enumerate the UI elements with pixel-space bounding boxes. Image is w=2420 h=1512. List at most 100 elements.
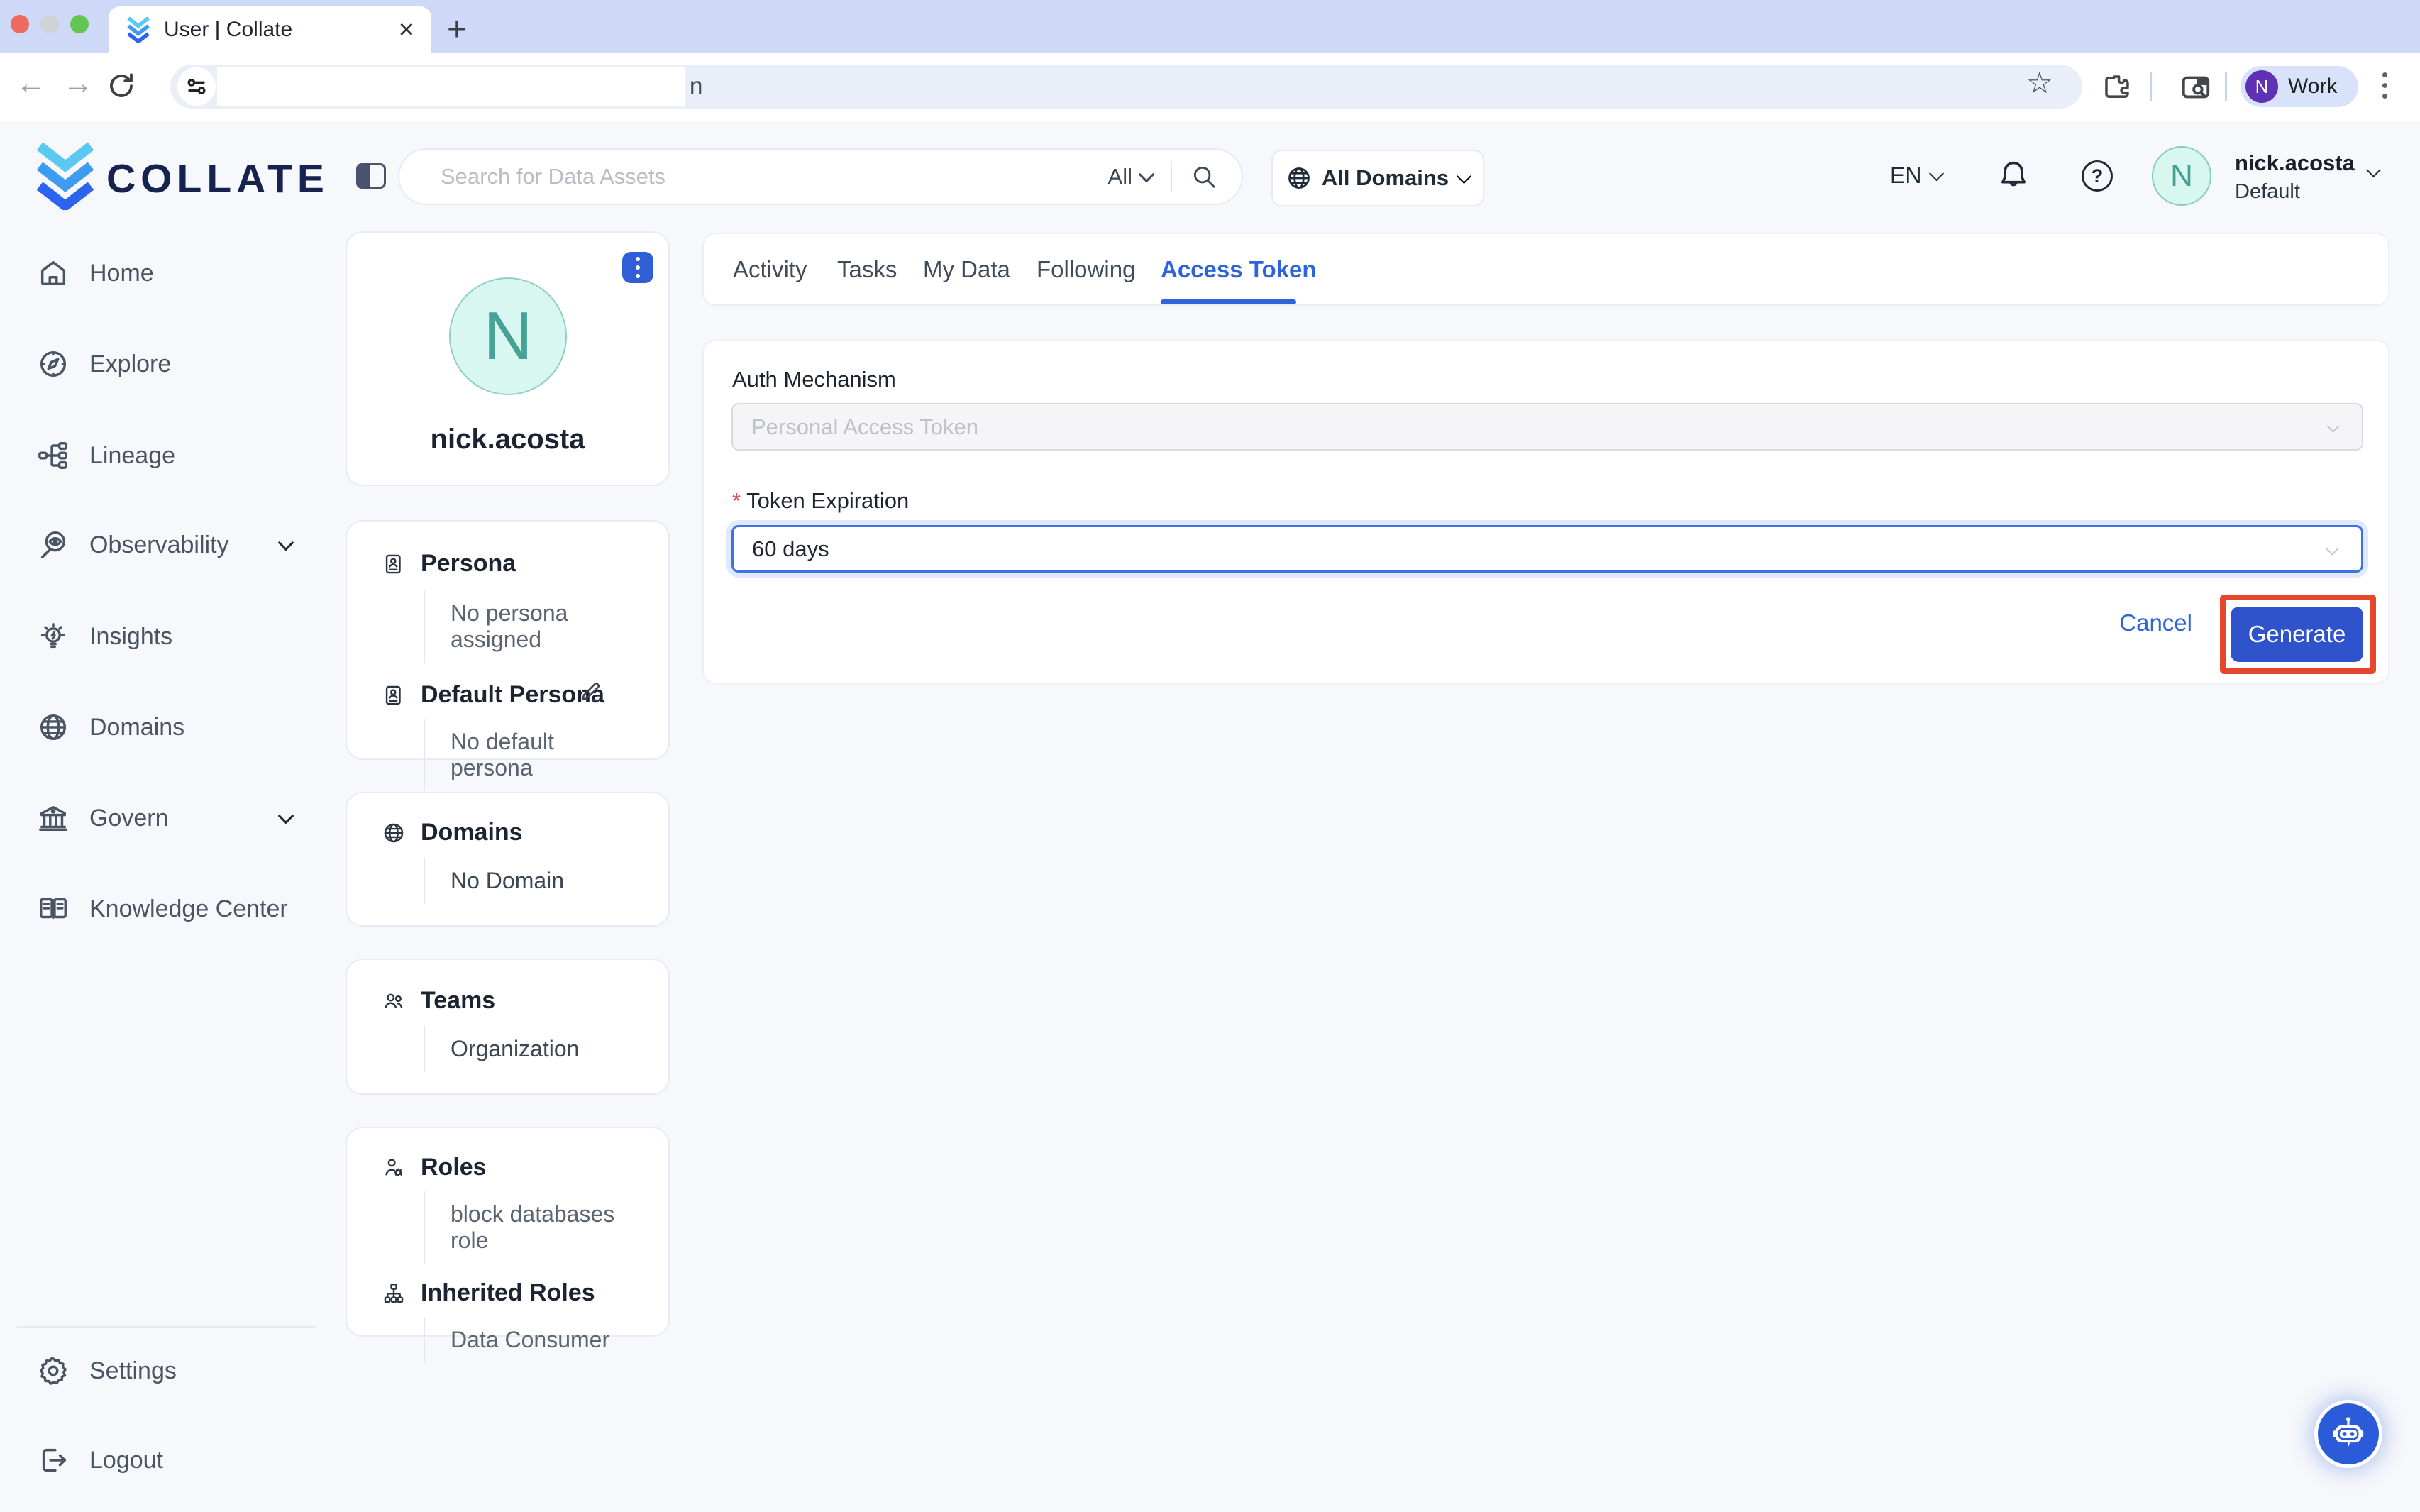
search-scope-dropdown[interactable]: All [1108,164,1152,189]
user-name: nick.acosta [2235,150,2355,176]
help-icon[interactable]: ? [2082,160,2113,192]
browser-tab[interactable]: User | Collate × [109,6,431,53]
tab-access-token[interactable]: Access Token [1161,234,1317,304]
sidebar-item-knowledge-center[interactable]: Knowledge Center [0,873,324,944]
chevron-down-icon [278,535,294,551]
chevron-down-icon [278,808,294,824]
home-icon [37,257,70,289]
observability-icon [37,529,70,561]
screen: User | Collate × + ← → n ☆ N Work [0,0,2420,1512]
default-persona-value: No default persona [424,719,640,791]
sidebar-item-logout[interactable]: Logout [0,1425,324,1496]
globe-icon [381,820,407,846]
sidebar-item-observability[interactable]: Observability [0,509,324,580]
required-asterisk: * [732,488,741,513]
roles-card: Roles block databases role Inherited Rol… [346,1127,670,1337]
domains-value: No Domain [424,858,640,904]
tab-tasks[interactable]: Tasks [837,234,897,304]
auth-mechanism-label: Auth Mechanism [732,367,896,392]
window-zoom-button[interactable] [70,15,89,33]
teams-header: Teams [381,987,640,1015]
user-persona: Default [2235,180,2355,204]
persona-card: Persona No persona assigned Default Pers… [346,520,670,760]
language-dropdown[interactable]: EN [1890,162,1942,189]
chevron-down-icon[interactable] [2366,162,2381,177]
roles-header: Roles [381,1154,640,1181]
annotation-highlight-box [2220,595,2376,674]
hierarchy-icon [381,1281,407,1306]
profile-tab-bar: Activity Tasks My Data Following Access … [702,233,2389,306]
tab-close-icon[interactable]: × [399,16,414,43]
user-gear-icon [381,1155,407,1181]
toolbar-divider [2225,72,2227,101]
browser-menu-icon[interactable] [2382,70,2387,101]
teams-value[interactable]: Organization [424,1026,640,1072]
window-close-button[interactable] [11,15,29,33]
insights-icon [37,620,70,653]
sidebar-item-insights[interactable]: Insights [0,601,324,672]
globe-icon [37,711,70,744]
edit-icon[interactable] [578,679,603,711]
bookmark-star-icon[interactable]: ☆ [2026,68,2053,98]
domains-filter-dropdown[interactable]: All Domains [1271,150,1484,206]
sidebar-divider [17,1326,315,1328]
profile-username: nick.acosta [346,424,670,456]
chatbot-button[interactable] [2314,1400,2382,1468]
tab-following[interactable]: Following [1037,234,1135,304]
book-icon [37,893,70,925]
sidebar-item-lineage[interactable]: Lineage [0,420,324,491]
profile-avatar: N [449,277,567,395]
domains-card: Domains No Domain [346,792,670,927]
chevron-down-icon [2326,542,2338,555]
collate-logo-icon[interactable] [33,142,98,210]
chevron-down-icon [1457,168,1471,183]
persona-id-card-icon [381,551,407,577]
back-icon[interactable]: ← [16,68,47,99]
new-tab-button[interactable]: + [447,13,467,47]
persona-id-card-icon [381,683,407,708]
url-redaction-box [217,67,685,106]
tab-my-data[interactable]: My Data [923,234,1010,304]
tab-activity[interactable]: Activity [733,234,807,304]
default-persona-header: Default Persona [381,681,640,709]
sidebar-item-settings[interactable]: Settings [0,1335,324,1406]
user-menu[interactable]: nick.acosta Default [2235,150,2355,204]
sidebar-item-explore[interactable]: Explore [0,329,324,399]
browser-profile-chip[interactable]: N Work [2241,66,2358,107]
token-expiration-label: *Token Expiration [732,488,909,514]
inherited-roles-header: Inherited Roles [381,1279,640,1307]
notifications-bell-icon[interactable] [1995,158,2032,194]
extensions-icon[interactable] [2100,70,2133,103]
forward-icon[interactable]: → [62,68,94,99]
roles-value: block databases role [424,1191,640,1264]
teams-card: Teams Organization [346,959,670,1095]
cancel-button[interactable]: Cancel [2119,609,2192,636]
collate-favicon [126,16,151,43]
profile-more-menu-button[interactable] [622,252,653,283]
global-search-bar[interactable]: Search for Data Assets All [398,148,1243,205]
govern-bank-icon [37,802,70,834]
domains-header: Domains [381,819,640,846]
toolbar-divider [2150,72,2152,101]
site-settings-icon[interactable] [177,67,216,106]
url-text: n [690,72,702,99]
gear-icon [37,1354,70,1387]
sidebar-collapse-icon[interactable] [356,163,386,189]
reload-icon[interactable] [106,71,136,101]
browser-profile-label: Work [2288,75,2337,99]
chevron-down-icon [1929,166,1944,181]
search-icon[interactable] [1190,163,1217,190]
brand-wordmark[interactable]: COLLATE [106,155,329,202]
sidebar-item-domains[interactable]: Domains [0,692,324,763]
chevron-down-icon [2326,419,2339,432]
search-input[interactable]: Search for Data Assets [441,164,1108,189]
sidebar-item-govern[interactable]: Govern [0,783,324,854]
auth-mechanism-select: Personal Access Token [731,403,2363,451]
teams-icon [381,988,407,1014]
user-avatar[interactable]: N [2152,146,2211,206]
tab-search-icon[interactable] [2179,71,2212,104]
sidebar-item-home[interactable]: Home [0,238,324,309]
window-minimize-button[interactable] [40,15,59,33]
access-token-panel: Auth Mechanism Personal Access Token *To… [702,340,2389,684]
token-expiration-select[interactable]: 60 days [731,525,2363,573]
